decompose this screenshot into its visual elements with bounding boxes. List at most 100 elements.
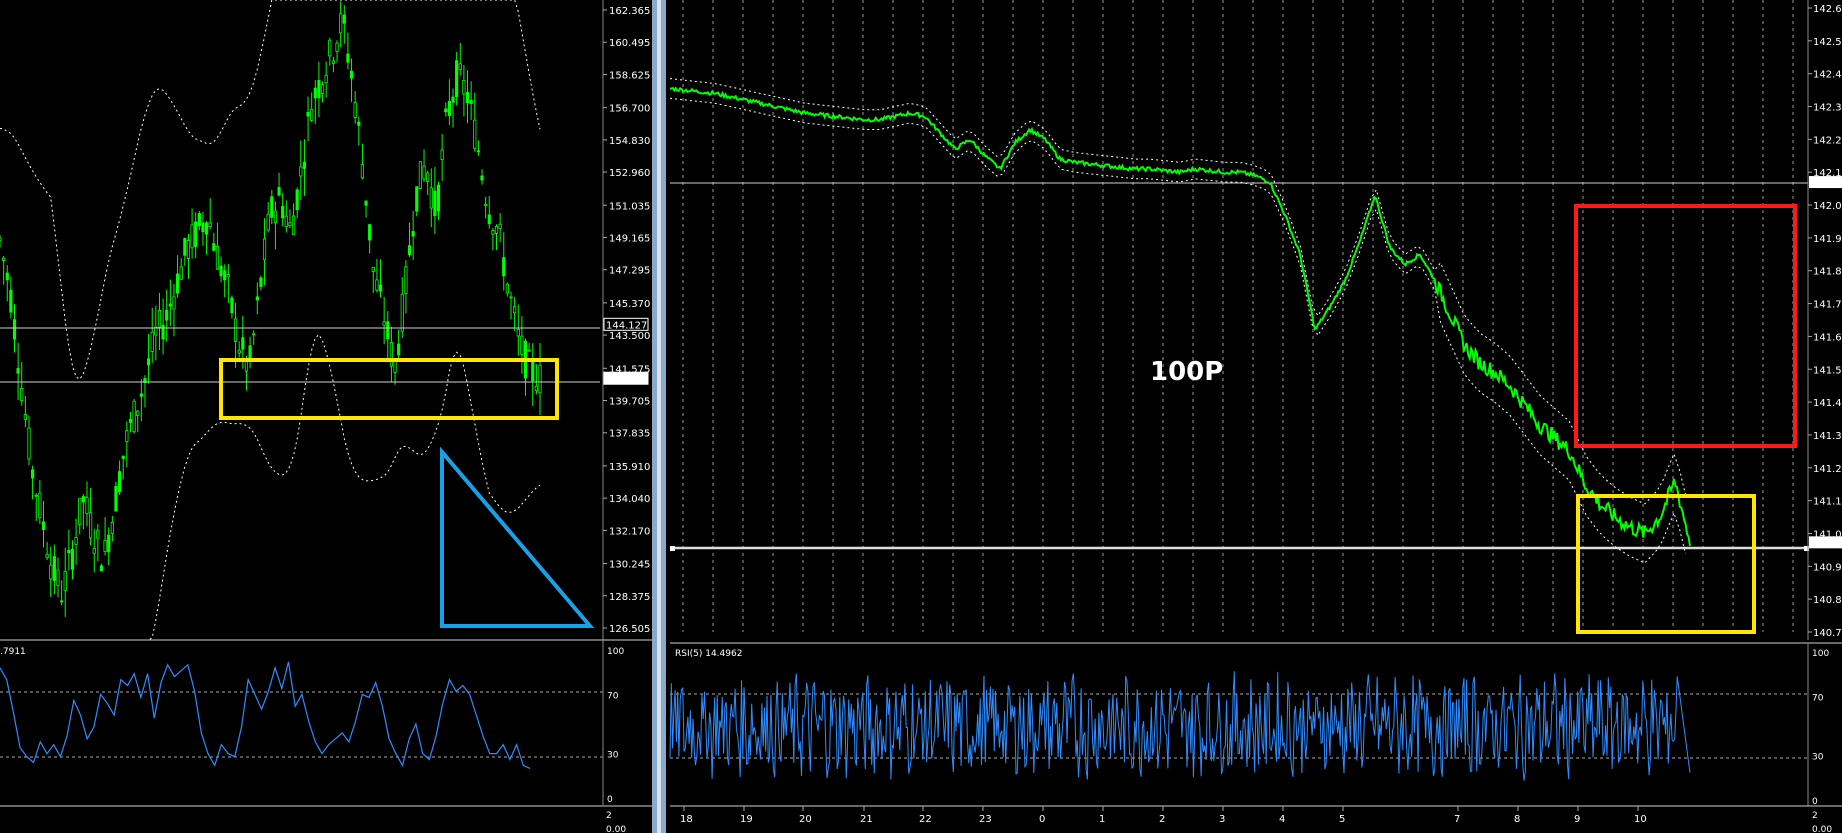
- left-candle-body: [85, 497, 89, 514]
- right-rsi-tick-label: 70: [1812, 693, 1824, 703]
- left-candle-body: [262, 238, 267, 261]
- left-candle-body: [38, 492, 42, 519]
- left-candle-body: [237, 349, 241, 354]
- left-candle-body: [52, 556, 56, 581]
- left-candle-body: [223, 270, 227, 281]
- left-candle-body: [339, 13, 343, 34]
- right-price-tick-label: 141.430: [1813, 398, 1842, 409]
- left-candle-body: [183, 238, 187, 256]
- left-candle-body: [538, 364, 542, 394]
- left-candle-body: [465, 92, 470, 104]
- left-candle-body: [310, 108, 314, 121]
- left-candle-body: [107, 534, 111, 553]
- right-time-tick-label: 0: [1039, 814, 1045, 825]
- left-candle-body: [462, 80, 466, 95]
- right-time-tick-label: 22: [919, 814, 932, 825]
- right-rsi-label: RSI(5) 14.4962: [675, 649, 742, 659]
- left-candle-body: [78, 497, 82, 525]
- left-price-tick-label: 137.835: [609, 429, 650, 440]
- left-candle-body: [34, 494, 38, 497]
- left-bottom-axis-label-2: 0.00: [606, 825, 626, 833]
- left-candle-body: [455, 60, 459, 98]
- left-candle-body: [12, 319, 17, 340]
- left-price-tick-label: 132.170: [609, 526, 650, 537]
- left-candle-body: [342, 14, 346, 24]
- right-bottom-axis-label-1: 2: [1812, 811, 1818, 821]
- left-rsi-tick-label: 0: [607, 795, 613, 805]
- left-candle-body: [146, 358, 151, 366]
- left-candle-body: [215, 245, 220, 270]
- left-candle-body: [273, 210, 278, 223]
- left-candle-body: [168, 303, 172, 307]
- left-candle-body: [9, 289, 13, 313]
- left-candle-body: [440, 149, 444, 160]
- left-candle-body: [5, 272, 9, 281]
- right-price-tick-label: 141.830: [1813, 267, 1842, 278]
- left-candle-body: [103, 539, 107, 552]
- left-rsi-tick-label: 30: [607, 751, 619, 761]
- left-candle-body: [418, 161, 423, 189]
- left-candle-body: [447, 100, 451, 116]
- left-price-tick-label: 158.625: [609, 70, 650, 81]
- left-candle-body: [487, 214, 491, 225]
- left-candle-body: [451, 96, 455, 103]
- right-price-tick-label: 141.530: [1813, 365, 1842, 376]
- left-rsi-tick-label: 100: [607, 647, 624, 657]
- right-price-tick-label: 142.330: [1813, 103, 1842, 114]
- right-time-tick-label: 18: [680, 814, 693, 825]
- left-candle-body: [31, 469, 35, 479]
- left-price-tick-label: 156.700: [609, 104, 650, 115]
- left-price-tick-label: 154.830: [609, 136, 650, 147]
- right-bottom-axis-label-2: 0.00: [1812, 825, 1832, 833]
- left-candle-body: [505, 283, 509, 294]
- left-candle-body: [252, 333, 256, 336]
- panel-splitter-right[interactable]: [661, 0, 666, 833]
- right-hline-handle-left[interactable]: [670, 546, 675, 551]
- right-price-tick-label: 142.230: [1813, 135, 1842, 146]
- left-candle-body: [114, 485, 118, 512]
- left-candle-body: [288, 222, 292, 227]
- right-price-tick-label: 142.430: [1813, 70, 1842, 81]
- right-time-tick-label: 20: [799, 814, 812, 825]
- left-candle-body: [328, 39, 332, 57]
- left-candle-body: [186, 240, 191, 259]
- right-time-tick-label: 9: [1574, 814, 1580, 825]
- left-candle-body: [386, 321, 390, 340]
- right-price-tick-label: 141.130: [1813, 497, 1842, 508]
- left-candle-body: [99, 565, 104, 572]
- left-candle-body: [175, 273, 180, 294]
- left-candle-body: [320, 84, 325, 94]
- left-candle-body: [484, 203, 488, 206]
- left-candle-body: [502, 257, 506, 277]
- left-rsi-tick-label: 70: [607, 691, 619, 701]
- right-time-tick-label: 1: [1099, 814, 1105, 825]
- left-candle-body: [444, 108, 448, 113]
- left-candle-body: [255, 296, 259, 301]
- left-candle-body: [324, 74, 328, 84]
- right-rsi-tick-label: 30: [1812, 753, 1824, 763]
- right-price-tick-label: 140.730: [1813, 628, 1842, 639]
- left-price-tick-label: 128.375: [609, 592, 650, 603]
- left-bottom-axis-label-1: 2: [606, 811, 612, 821]
- left-candle-body: [201, 222, 205, 233]
- left-candle-body: [277, 187, 281, 196]
- right-time-tick-label: 7: [1454, 814, 1460, 825]
- left-candle-body: [494, 226, 499, 234]
- left-price-tick-label: 149.165: [609, 233, 650, 244]
- left-candle-body: [41, 521, 46, 530]
- left-candle-body: [190, 224, 194, 249]
- left-candle-body: [121, 455, 125, 459]
- panel-splitter-left[interactable]: [652, 0, 657, 833]
- left-candle-body: [212, 243, 216, 251]
- left-candle-body: [509, 296, 513, 299]
- chart-canvas: 162.365 160.495 158.625 156.700 154.830 152.9…: [0, 0, 1842, 833]
- right-current-price-label: 141.003: [1810, 538, 1842, 549]
- left-price-tick-label: 147.295: [609, 266, 650, 277]
- left-candle-body: [60, 600, 64, 603]
- left-current-price-label: 140.998: [606, 374, 647, 385]
- left-candle-body: [67, 549, 71, 554]
- right-time-tick-label: 10: [1634, 814, 1647, 825]
- left-candle-body: [110, 521, 114, 534]
- left-candle-body: [393, 361, 397, 373]
- panel-splitter-mid[interactable]: [657, 0, 661, 833]
